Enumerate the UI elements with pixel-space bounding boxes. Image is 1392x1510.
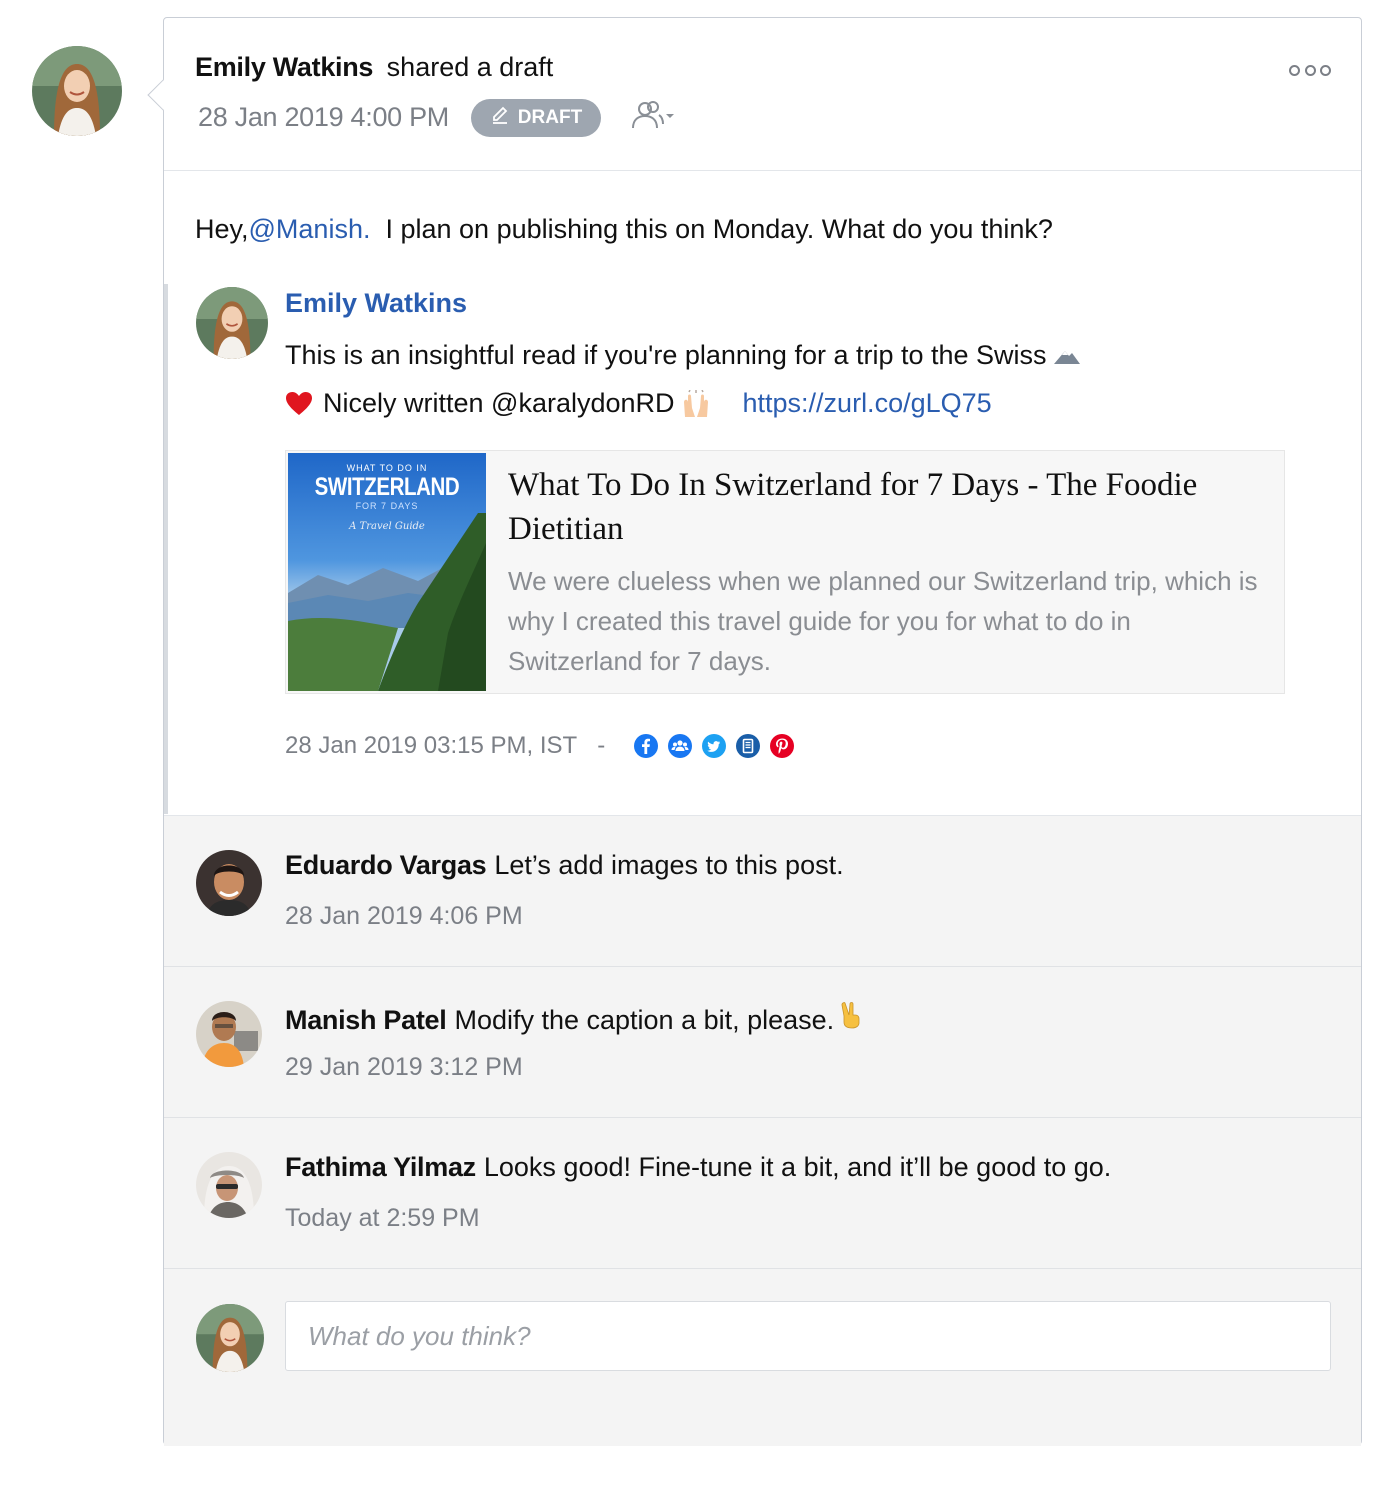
- pencil-icon: [490, 105, 510, 131]
- more-options-icon[interactable]: [1289, 60, 1331, 80]
- people-icon: [623, 98, 675, 137]
- comment-line: Eduardo Vargas Let’s add images to this p…: [285, 850, 844, 881]
- twitter-icon[interactable]: [701, 733, 727, 759]
- comment-text: Modify the caption a bit, please.: [454, 1005, 835, 1035]
- shared-post: Emily Watkins This is an insightful read…: [164, 284, 1361, 814]
- comment-input[interactable]: What do you think?: [285, 1301, 1331, 1371]
- shared-post-text2: Nicely written @karalydonRD: [323, 388, 675, 418]
- author-name[interactable]: Emily Watkins: [195, 52, 373, 82]
- comment-time: 29 Jan 2019 3:12 PM: [285, 1053, 523, 1081]
- reply-area: What do you think?: [164, 1269, 1361, 1447]
- link-preview-description: We were clueless when we planned our Swi…: [508, 566, 1258, 676]
- google-my-business-icon[interactable]: [735, 733, 761, 759]
- shared-post-text-line1: This is an insightful read if you're pla…: [285, 340, 1087, 371]
- mountain-emoji-icon: [1053, 347, 1081, 365]
- post-title-line: Emily Watkins shared a draft: [195, 52, 553, 83]
- meta-separator: -: [597, 732, 606, 759]
- shared-post-text1: This is an insightful read if you're pla…: [285, 340, 1047, 370]
- commenter-avatar[interactable]: [196, 850, 262, 916]
- commenter-name[interactable]: Eduardo Vargas: [285, 850, 487, 880]
- post-action: shared a draft: [386, 52, 554, 82]
- thumbnail-kicker: WHAT TO DO IN: [346, 463, 428, 473]
- post-message: Hey,@Manish. I plan on publishing this o…: [195, 214, 1053, 245]
- shared-post-meta: 28 Jan 2019 03:15 PM, IST -: [285, 732, 795, 760]
- status-badge: DRAFT: [471, 98, 601, 137]
- scheduled-time: 28 Jan 2019 03:15 PM, IST: [285, 732, 578, 759]
- message-body: I plan on publishing this on Monday. Wha…: [385, 214, 1053, 244]
- heart-emoji-icon: [285, 391, 313, 417]
- comment-item: Manish Patel Modify the caption a bit, pl…: [164, 967, 1361, 1118]
- status-badge-label: DRAFT: [517, 106, 583, 128]
- channel-icons: [633, 733, 795, 759]
- link-preview-card[interactable]: WHAT TO DO IN SWITZERLAND FOR 7 DAYS A T…: [285, 450, 1285, 694]
- message-prefix: Hey,: [195, 214, 249, 244]
- commenter-name[interactable]: Manish Patel: [285, 1005, 447, 1035]
- comment-item: Eduardo Vargas Let’s add images to this p…: [164, 816, 1361, 967]
- comment-line: Fathima Yilmaz Looks good! Fine-tune it a…: [285, 1152, 1111, 1183]
- post-date: 28 Jan 2019 4:00 PM: [198, 102, 449, 132]
- current-user-avatar: [196, 1304, 264, 1372]
- facebook-groups-icon[interactable]: [667, 733, 693, 759]
- comment-item: Fathima Yilmaz Looks good! Fine-tune it a…: [164, 1118, 1361, 1269]
- commenter-avatar[interactable]: [196, 1001, 262, 1067]
- post-meta: 28 Jan 2019 4:00 PM DRAFT: [198, 98, 675, 137]
- pinterest-icon[interactable]: [769, 733, 795, 759]
- mention-link[interactable]: @Manish.: [249, 214, 371, 244]
- facebook-icon[interactable]: [633, 733, 659, 759]
- raised-hands-emoji-icon: [681, 389, 711, 418]
- commenter-name[interactable]: Fathima Yilmaz: [285, 1152, 476, 1182]
- link-preview-title[interactable]: What To Do In Switzerland for 7 Days - T…: [508, 463, 1268, 551]
- shared-post-avatar[interactable]: [196, 287, 268, 359]
- author-avatar[interactable]: [32, 46, 122, 136]
- post-header: Emily Watkins shared a draft 28 Jan 2019…: [164, 18, 1361, 171]
- victory-hand-emoji-icon: [840, 1001, 862, 1029]
- post-card: Emily Watkins shared a draft 28 Jan 2019…: [147, 17, 1362, 1446]
- comment-text: Looks good! Fine-tune it a bit, and it’l…: [483, 1152, 1112, 1182]
- comment-line: Manish Patel Modify the caption a bit, pl…: [285, 1001, 868, 1036]
- comment-time: 28 Jan 2019 4:06 PM: [285, 902, 523, 930]
- comment-time: Today at 2:59 PM: [285, 1204, 480, 1232]
- shared-post-text-line2: Nicely written @karalydonRD https://zurl…: [285, 388, 992, 419]
- link-preview-thumbnail: WHAT TO DO IN SWITZERLAND FOR 7 DAYS A T…: [288, 453, 486, 691]
- thumbnail-subtitle: FOR 7 DAYS: [355, 501, 419, 511]
- thumbnail-tagline: A Travel Guide: [349, 521, 425, 532]
- thumbnail-title: SWITZERLAND: [314, 473, 460, 501]
- comments-section: Eduardo Vargas Let’s add images to this p…: [164, 815, 1361, 1446]
- shared-post-link[interactable]: https://zurl.co/gLQ75: [743, 388, 992, 419]
- shared-post-author[interactable]: Emily Watkins: [285, 288, 467, 319]
- visibility-dropdown[interactable]: [623, 98, 675, 137]
- comment-text: Let’s add images to this post.: [494, 850, 844, 880]
- commenter-avatar[interactable]: [196, 1152, 262, 1218]
